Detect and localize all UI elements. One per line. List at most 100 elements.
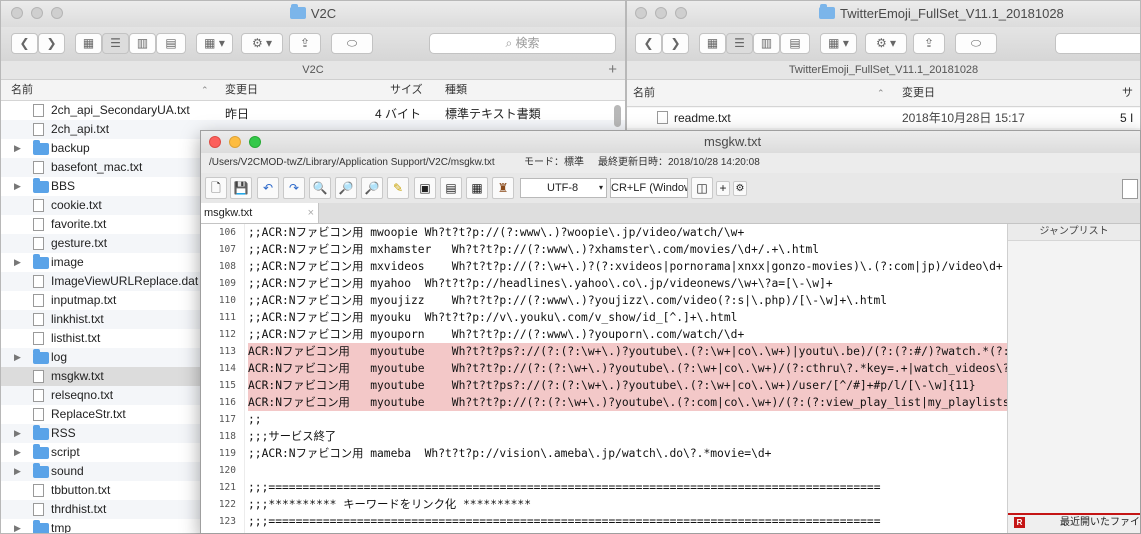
- code-line[interactable]: 114 ACR:Nファビコン用 myoutube Wh?t?t?p://(?:(?…: [201, 360, 1007, 377]
- file-name: inputmap.txt: [51, 293, 117, 307]
- find-icon[interactable]: 🔍: [309, 177, 331, 199]
- modified-value: 昨日: [225, 107, 250, 121]
- disclosure-triangle-icon[interactable]: ▶: [14, 348, 21, 367]
- file-name: cookie.txt: [51, 198, 102, 212]
- search-input[interactable]: [1055, 33, 1140, 54]
- code-line[interactable]: 116 ACR:Nファビコン用 myoutube Wh?t?t?p://(?:(?…: [201, 394, 1007, 411]
- add-tab-button[interactable]: +: [608, 61, 617, 79]
- action-gear-button[interactable]: ⚙ ▾: [241, 33, 283, 54]
- checkbox[interactable]: [1122, 179, 1138, 199]
- list-view-button[interactable]: ☰: [102, 33, 129, 54]
- disclosure-triangle-icon[interactable]: ▶: [14, 424, 21, 443]
- folder-icon: [33, 178, 49, 193]
- kind-value: 標準テキスト書類: [445, 107, 541, 121]
- code-line[interactable]: 115 ACR:Nファビコン用 myoutube Wh?t?t?ps?://(?:…: [201, 377, 1007, 394]
- find-next-icon[interactable]: 🔎: [361, 177, 383, 199]
- minimize-button[interactable]: [229, 136, 241, 148]
- document-icon: [33, 199, 44, 212]
- close-button[interactable]: [209, 136, 221, 148]
- code-line[interactable]: 122 ;;;********** キーワードをリンク化 **********: [201, 496, 1007, 513]
- gallery-view-button[interactable]: ▤: [780, 33, 810, 54]
- folder-icon: [33, 254, 49, 269]
- print-icon[interactable]: ▦: [466, 177, 488, 199]
- group-button[interactable]: ▦ ▾: [196, 33, 233, 54]
- code-line[interactable]: 121 ;;;==================================…: [201, 479, 1007, 496]
- code-line[interactable]: 117;;: [201, 411, 1007, 428]
- folder-icon: [33, 425, 49, 440]
- column-kind[interactable]: 種類: [445, 80, 467, 100]
- undo-icon[interactable]: ↶: [257, 177, 279, 199]
- code-editor[interactable]: 106 ;;ACR:Nファビコン用 mwoopie Wh?t?t?p://(?:w…: [201, 224, 1007, 533]
- list-view-button[interactable]: ☰: [726, 33, 753, 54]
- share-button[interactable]: ⇪: [289, 33, 321, 54]
- zoom-button[interactable]: [675, 7, 687, 19]
- code-line[interactable]: 109 ;;ACR:Nファビコン用 myahoo Wh?t?t?p://headl…: [201, 275, 1007, 292]
- group-button[interactable]: ▦ ▾: [820, 33, 857, 54]
- column-view-button[interactable]: ▥: [753, 33, 780, 54]
- disclosure-triangle-icon[interactable]: ▶: [14, 139, 21, 158]
- scrollbar[interactable]: [614, 105, 621, 127]
- disclosure-triangle-icon[interactable]: ▶: [14, 177, 21, 196]
- redo-icon[interactable]: ↷: [283, 177, 305, 199]
- code-line[interactable]: 110 ;;ACR:Nファビコン用 myoujizz Wh?t?t?p://(?:…: [201, 292, 1007, 309]
- disclosure-triangle-icon[interactable]: ▶: [14, 519, 21, 533]
- action-gear-button[interactable]: ⚙ ▾: [865, 33, 907, 54]
- new-file-icon[interactable]: 🗋: [205, 177, 227, 199]
- save-icon[interactable]: 💾: [230, 177, 252, 199]
- column-modified[interactable]: 変更日: [225, 80, 258, 100]
- highlight-marker-icon[interactable]: ✎: [387, 177, 409, 199]
- file-path: /Users/V2CMOD-twZ/Library/Application Su…: [209, 157, 495, 168]
- code-line[interactable]: 118 ;;;サービス終了: [201, 428, 1007, 445]
- code-line[interactable]: 108 ;;ACR:Nファビコン用 mxvideos Wh?t?t?p://(?:…: [201, 258, 1007, 275]
- jump-list-panel: ジャンプリスト R 最近開いたファイル: [1007, 224, 1140, 533]
- encoding-select[interactable]: UTF-8 ▾: [520, 178, 607, 198]
- close-button[interactable]: [635, 7, 647, 19]
- line-text: ACR:Nファビコン用 myoutube Wh?t?t?ps?://(?:(?:…: [248, 377, 1007, 394]
- code-line[interactable]: 120: [201, 462, 1007, 479]
- finder-titlebar: TwitterEmoji_FullSet_V11.1_20181028: [627, 1, 1140, 28]
- minimize-button[interactable]: [655, 7, 667, 19]
- column-name[interactable]: 名前: [11, 80, 33, 100]
- gear-icon[interactable]: ⚙: [733, 181, 747, 196]
- gallery-view-button[interactable]: ▤: [156, 33, 186, 54]
- column-view-button[interactable]: ▥: [129, 33, 156, 54]
- code-line[interactable]: 124;;;: [201, 530, 1007, 533]
- modified-value: 2018年10月28日 15:17: [902, 111, 1025, 125]
- close-tab-icon[interactable]: ×: [308, 203, 314, 223]
- zoom-button[interactable]: [249, 136, 261, 148]
- stamp-icon[interactable]: ♜: [492, 177, 514, 199]
- icon-view-button[interactable]: ▦: [699, 33, 726, 54]
- share-button[interactable]: ⇪: [913, 33, 945, 54]
- recent-files-bar[interactable]: R 最近開いたファイル: [1008, 513, 1140, 533]
- grep-icon[interactable]: ▣: [414, 177, 436, 199]
- open-in-browser-icon[interactable]: ▤: [440, 177, 462, 199]
- column-name[interactable]: 名前: [633, 80, 655, 106]
- code-line[interactable]: 107 ;;ACR:Nファビコン用 mxhamster Wh?t?t?p://(?…: [201, 241, 1007, 258]
- finder-toolbar: ❮ ❯ ▦ ☰ ▥ ▤ ▦ ▾ ⚙ ▾ ⇪ ⬭: [627, 27, 1140, 62]
- line-ending-select[interactable]: CR+LF (Windows): [610, 178, 688, 198]
- split-view-icon[interactable]: ◫: [691, 177, 713, 199]
- code-line[interactable]: 111 ;;ACR:Nファビコン用 myouku Wh?t?t?p://v\.yo…: [201, 309, 1007, 326]
- column-modified[interactable]: 変更日: [902, 80, 935, 106]
- tags-button[interactable]: ⬭: [331, 33, 373, 54]
- back-button[interactable]: ❮: [635, 33, 662, 54]
- tab-msgkw[interactable]: msgkw.txt ×: [201, 203, 319, 223]
- back-button[interactable]: ❮: [11, 33, 38, 54]
- add-icon[interactable]: +: [716, 181, 730, 196]
- find-previous-icon[interactable]: 🔎: [335, 177, 357, 199]
- forward-button[interactable]: ❯: [38, 33, 65, 54]
- file-row[interactable]: readme.txt 2018年10月28日 15:17 5 I: [627, 108, 1140, 128]
- search-input[interactable]: ⌕ 検索: [429, 33, 616, 54]
- disclosure-triangle-icon[interactable]: ▶: [14, 462, 21, 481]
- icon-view-button[interactable]: ▦: [75, 33, 102, 54]
- column-size[interactable]: サイズ: [390, 80, 423, 100]
- code-line[interactable]: 113 ACR:Nファビコン用 myoutube Wh?t?t?ps?://(?:…: [201, 343, 1007, 360]
- code-line[interactable]: 112 ;;ACR:Nファビコン用 myouporn Wh?t?t?p://(?:…: [201, 326, 1007, 343]
- tags-button[interactable]: ⬭: [955, 33, 997, 54]
- forward-button[interactable]: ❯: [662, 33, 689, 54]
- code-line[interactable]: 119 ;;ACR:Nファビコン用 mameba Wh?t?t?p://visio…: [201, 445, 1007, 462]
- code-line[interactable]: 123 ;;;==================================…: [201, 513, 1007, 530]
- disclosure-triangle-icon[interactable]: ▶: [14, 443, 21, 462]
- code-line[interactable]: 106 ;;ACR:Nファビコン用 mwoopie Wh?t?t?p://(?:w…: [201, 224, 1007, 241]
- disclosure-triangle-icon[interactable]: ▶: [14, 253, 21, 272]
